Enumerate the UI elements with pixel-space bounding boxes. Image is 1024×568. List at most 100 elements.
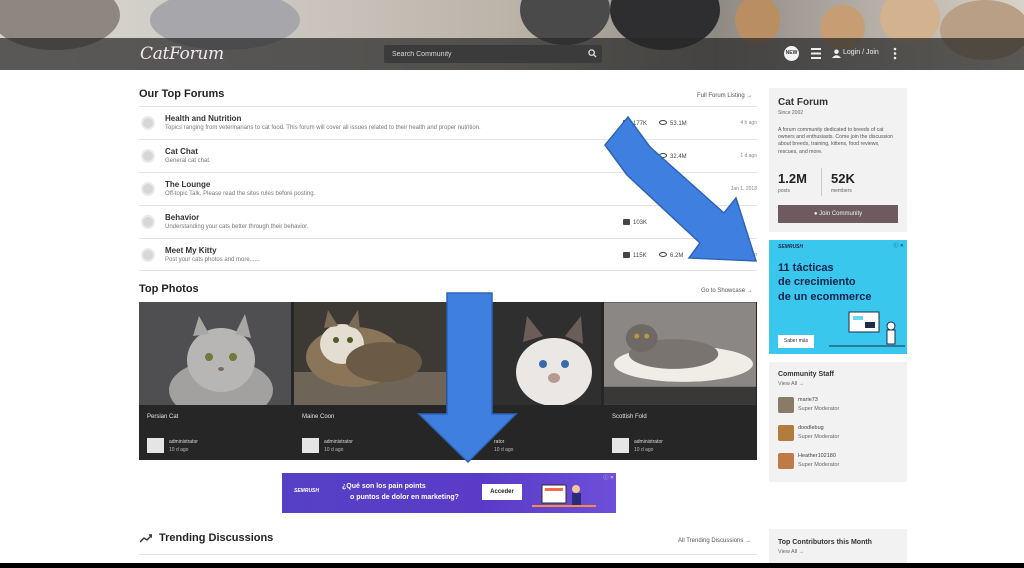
forum-description: Topics ranging from veterinarians to cat…	[165, 125, 481, 131]
photo-author[interactable]: administrator	[634, 439, 663, 445]
comment-icon	[623, 120, 630, 126]
forum-name[interactable]: Health and Nutrition	[165, 114, 241, 123]
top-photos-title: Top Photos	[139, 283, 199, 295]
staff-role: Super Moderator	[798, 462, 840, 468]
sidebar-ad-banner[interactable]: SEMRUSH ⓘ ✕ 11 tácticas de crecimiento d…	[769, 240, 907, 354]
photo-card[interactable]: Scottish Fold administrator 10 d ago	[604, 302, 757, 460]
members-label: members	[831, 188, 852, 194]
staff-view-all-link[interactable]: View All →	[778, 381, 804, 387]
photo-title[interactable]: Scottish Fold	[612, 414, 647, 420]
search-icon[interactable]	[588, 49, 597, 58]
photo-title[interactable]: Persian Cat	[147, 414, 178, 420]
forum-icon	[141, 116, 155, 130]
forum-row[interactable]: Cat Chat General cat chat. K 32.4M 1 d a…	[139, 139, 757, 172]
forum-row[interactable]: Meet My Kitty Post your cats photos and …	[139, 238, 757, 271]
forum-name[interactable]: Cat Chat	[165, 147, 198, 156]
more-options-icon[interactable]	[893, 47, 897, 60]
user-icon	[832, 49, 841, 58]
photo-title[interactable]: Maine Coon	[302, 414, 334, 420]
photo-age: 10 d ago	[634, 447, 654, 453]
photo-card[interactable]: Maine Coon administrator 10 d ago	[294, 302, 446, 460]
avatar[interactable]	[778, 453, 794, 469]
forum-icon	[141, 149, 155, 163]
full-forum-listing-link[interactable]: Full Forum Listing →	[697, 93, 752, 99]
staff-name[interactable]: Heather102180	[798, 453, 836, 459]
community-staff-title: Community Staff	[778, 371, 834, 378]
ad-close-icon[interactable]: ⓘ ✕	[603, 474, 614, 481]
all-trending-discussions-link[interactable]: All Trending Discussions →	[678, 538, 751, 544]
photo-author[interactable]: administrator	[169, 439, 198, 445]
forum-list: Health and Nutrition Topics ranging from…	[139, 106, 757, 271]
forum-row[interactable]: The Lounge Off-topic Talk. Please read t…	[139, 172, 757, 205]
photo-age: 10 d ago	[169, 447, 189, 453]
photo-age: 10 d ago	[324, 447, 344, 453]
photo-author[interactable]: rator	[494, 439, 504, 445]
avatar	[147, 438, 164, 453]
eye-icon	[659, 120, 667, 125]
maine-coon-photo[interactable]	[294, 302, 446, 405]
top-forums-title: Our Top Forums	[139, 88, 225, 100]
forum-description: Off-topic Talk. Please read the sites ru…	[165, 191, 316, 197]
ad-illustration	[532, 484, 596, 507]
forum-name[interactable]: The Lounge	[165, 180, 210, 189]
ad-headline: 11 tácticas	[778, 262, 834, 274]
forum-row[interactable]: Health and Nutrition Topics ranging from…	[139, 106, 757, 139]
forum-description: Understanding your cats better through t…	[165, 224, 309, 230]
bottom-border	[0, 563, 1024, 568]
posts-label: posts	[778, 188, 790, 194]
staff-name[interactable]: marie73	[798, 397, 818, 403]
photo-card[interactable]: Persian Cat administrator 10 d ago	[139, 302, 291, 460]
forum-views: 6.2M	[659, 252, 683, 259]
forum-last-activity: 1 d ago	[740, 153, 757, 159]
community-staff-card: Community Staff View All → marie73 Super…	[769, 362, 907, 482]
user-icon: ●	[813, 211, 818, 217]
avatar	[612, 438, 629, 453]
forum-threads: 177K	[623, 120, 647, 127]
forum-description: General cat chat.	[165, 158, 211, 164]
forum-row[interactable]: Behavior Understanding your cats better …	[139, 205, 757, 238]
ad-text: ¿Qué son los pain points	[342, 483, 426, 490]
forum-threads: K	[635, 153, 640, 159]
avatar[interactable]	[778, 425, 794, 441]
login-join-link[interactable]: Login / Join	[843, 49, 879, 56]
search-box[interactable]	[384, 45, 602, 63]
go-to-showcase-link[interactable]: Go to Showcase →	[701, 288, 753, 294]
search-input[interactable]	[392, 45, 582, 63]
ad-text: o puntos de dolor en marketing?	[350, 494, 459, 501]
site-logo[interactable]: CatForum	[140, 44, 224, 64]
eye-icon	[659, 153, 667, 158]
ad-learn-more-button[interactable]: Saber más	[778, 335, 814, 348]
siamese-kitten-photo[interactable]	[449, 302, 601, 405]
page-frame: CatForum NEW Login / Join Our Top Forums…	[0, 0, 1024, 568]
avatar[interactable]	[778, 397, 794, 413]
ad-headline: de un ecommerce	[778, 291, 872, 303]
staff-name[interactable]: doodlebug	[798, 425, 824, 431]
forum-icon	[141, 248, 155, 262]
trending-icon	[140, 534, 152, 543]
persian-cat-photo[interactable]	[139, 302, 291, 405]
community-description: A forum community dedicated to breeds of…	[778, 127, 894, 155]
bottom-ad-banner[interactable]: SEMRUSH ¿Qué son los pain points o punto…	[282, 473, 616, 513]
new-post-button[interactable]: NEW	[784, 46, 799, 61]
forum-threads: 103K	[623, 219, 647, 226]
scottish-fold-photo[interactable]	[604, 302, 756, 405]
contributors-view-all-link[interactable]: View All →	[778, 549, 804, 555]
divider	[139, 554, 757, 555]
forum-name[interactable]: Meet My Kitty	[165, 246, 217, 255]
members-count: 52K	[831, 171, 855, 186]
forum-description: Post your cats photos and more......	[165, 257, 260, 263]
staff-role: Super Moderator	[798, 406, 840, 412]
staff-role: Super Moderator	[798, 434, 840, 440]
community-info-card: Cat Forum Since 2002 A forum community d…	[769, 88, 907, 232]
ad-close-icon[interactable]: ⓘ ✕	[893, 242, 904, 249]
forum-threads: 115K	[623, 252, 647, 259]
comment-icon	[623, 219, 630, 225]
forum-views: 32.4M	[659, 153, 687, 160]
community-title: Cat Forum	[778, 97, 828, 108]
list-menu-icon[interactable]	[811, 48, 821, 59]
ad-access-button[interactable]: Acceder	[482, 484, 522, 500]
photo-author[interactable]: administrator	[324, 439, 353, 445]
photo-card[interactable]: rator 10 d ago	[449, 302, 601, 460]
join-community-button[interactable]: ● Join Community	[778, 205, 898, 223]
forum-name[interactable]: Behavior	[165, 213, 199, 222]
